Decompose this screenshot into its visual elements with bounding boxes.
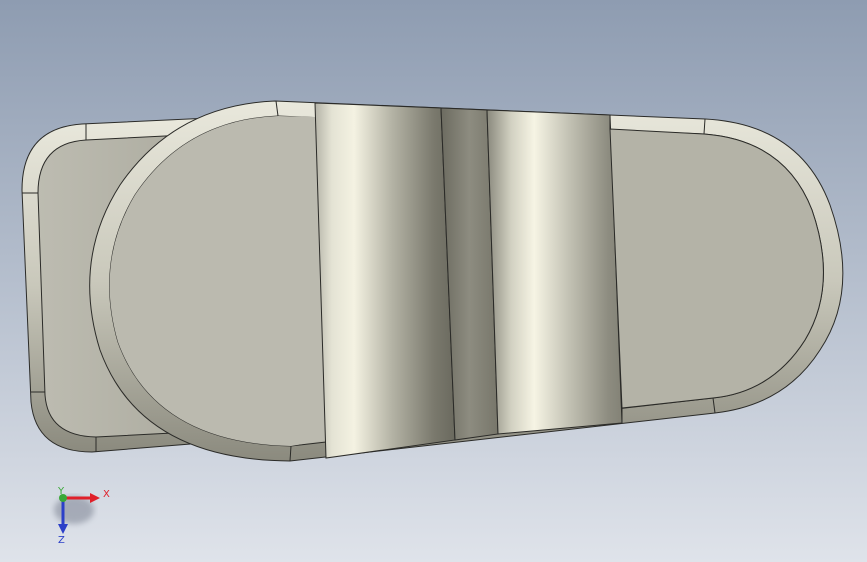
main-body[interactable] [89,100,844,462]
fillet-band-1-surface [314,102,456,459]
y-axis-label: Y [57,486,65,497]
x-axis-label: X [103,489,110,500]
cad-graphics-viewport[interactable]: X Z Y [0,0,867,562]
z-axis-label: Z [58,535,65,546]
fillet-band-2-surface [486,109,623,435]
